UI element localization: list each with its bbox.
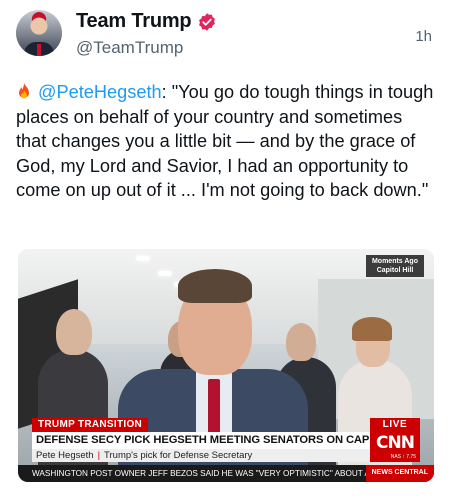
ceiling-light xyxy=(158,271,172,276)
headline-banner: DEFENSE SECY PICK HEGSETH MEETING SENATO… xyxy=(32,432,372,449)
bystander-head xyxy=(56,309,92,355)
user-handle[interactable]: @TeamTrump xyxy=(76,38,183,58)
tweet-body: @PeteHegseth: "You go do tough things in… xyxy=(16,80,436,203)
subject-description: Trump's pick for Defense Secretary xyxy=(104,450,253,461)
avatar[interactable] xyxy=(16,10,62,56)
separator: | xyxy=(97,450,101,461)
bystander-hair xyxy=(352,317,392,341)
name-row: Team Trump xyxy=(76,10,217,33)
subhead-banner: Pete Hegseth | Trump's pick for Defense Se… xyxy=(32,449,372,462)
news-lower-third: TRUMP TRANSITION LIVE DEFENSE SECY PICK … xyxy=(18,418,434,482)
avatar-tie xyxy=(37,44,41,56)
market-ticker: NAS ↑ 7.75 xyxy=(390,454,416,460)
ceiling-light xyxy=(136,256,150,261)
ticker-text: WASHINGTON POST OWNER JEFF BEZOS SAID HE… xyxy=(32,469,378,478)
video-player[interactable]: Moments Ago Capitol Hill TRUMP TRANSITIO… xyxy=(18,249,434,482)
subject-name: Pete Hegseth xyxy=(36,450,94,461)
fire-icon xyxy=(19,83,29,99)
tweet-header: Team Trump @TeamTrump 1h xyxy=(16,10,436,70)
verified-badge-icon xyxy=(199,12,216,31)
subject-hair xyxy=(178,269,252,303)
bystander-head xyxy=(286,323,316,361)
location-badge-line2: Capitol Hill xyxy=(376,267,414,274)
ticker-tag: NEWS CENTRAL xyxy=(365,465,434,482)
mention-link[interactable]: @PeteHegseth xyxy=(38,82,162,102)
timestamp[interactable]: 1h xyxy=(415,28,432,45)
live-badge: LIVE xyxy=(370,418,420,432)
location-badge-line1: Moments Ago xyxy=(371,258,418,265)
news-ticker: WASHINGTON POST OWNER JEFF BEZOS SAID HE… xyxy=(18,465,434,482)
display-name[interactable]: Team Trump xyxy=(76,10,192,33)
location-badge: Moments Ago Capitol Hill xyxy=(365,255,424,277)
segment-tag: TRUMP TRANSITION xyxy=(32,418,149,432)
